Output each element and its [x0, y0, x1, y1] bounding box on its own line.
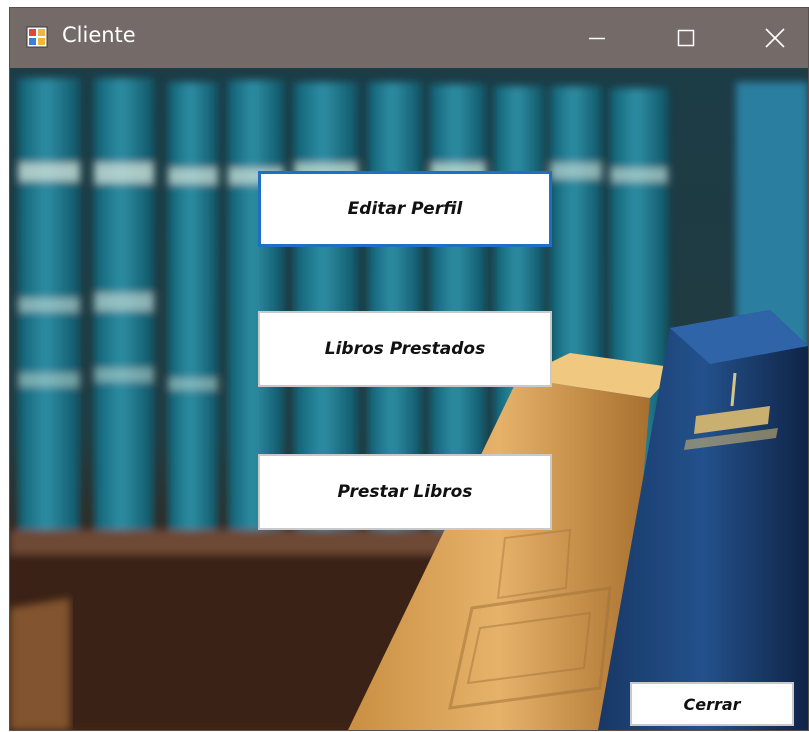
minimize-icon	[589, 37, 605, 40]
close-icon	[765, 28, 785, 48]
editar-perfil-button[interactable]: Editar Perfil	[258, 171, 552, 247]
cerrar-button[interactable]: Cerrar	[630, 682, 794, 726]
prestar-libros-button[interactable]: Prestar Libros	[258, 454, 552, 530]
libros-prestados-button[interactable]: Libros Prestados	[258, 311, 552, 387]
title-bar[interactable]: Cliente	[10, 8, 808, 68]
window-title: Cliente	[62, 23, 136, 47]
minimize-button[interactable]	[566, 8, 628, 68]
bookshelf-background-image	[10, 68, 808, 730]
maximize-button[interactable]	[655, 8, 717, 68]
form-client-area: Editar Perfil Libros Prestados Prestar L…	[10, 68, 808, 730]
maximize-icon	[677, 29, 695, 47]
close-window-button[interactable]	[744, 8, 806, 68]
winforms-app-icon	[26, 26, 48, 48]
client-window: Cliente Editar Perfil Libros Prestados P…	[10, 8, 808, 730]
